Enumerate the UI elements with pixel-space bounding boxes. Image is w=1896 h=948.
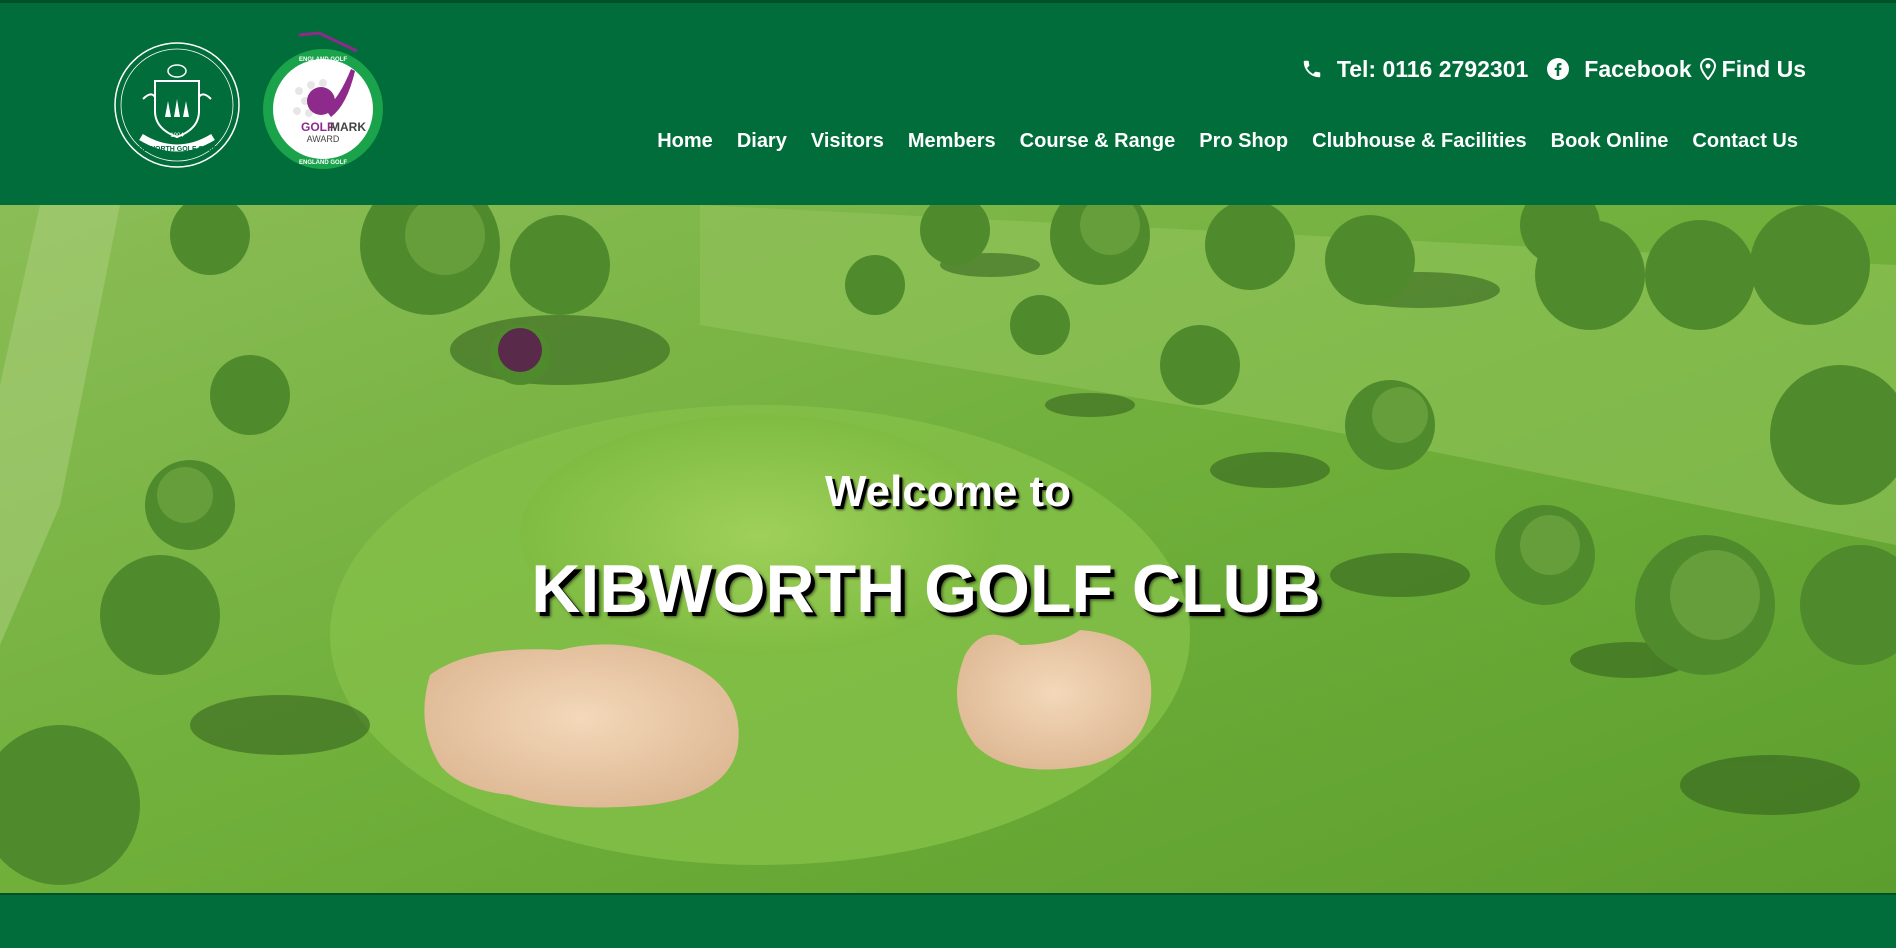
phone-icon — [1301, 58, 1323, 80]
nav-item-pro-shop[interactable]: Pro Shop — [1199, 130, 1288, 153]
nav-item-book-online[interactable]: Book Online — [1551, 130, 1669, 153]
main-nav: Home Diary Visitors Members Course & Ran… — [657, 130, 1798, 153]
footer-band — [0, 893, 1896, 948]
club-crest-logo[interactable]: 1904 KIBWORTH GOLF CLUB — [113, 41, 241, 169]
map-pin-icon — [1699, 58, 1716, 80]
phone-link[interactable]: Tel: 0116 2792301 — [1337, 56, 1528, 83]
find-us-link[interactable]: Find Us — [1722, 56, 1806, 83]
nav-item-visitors[interactable]: Visitors — [811, 130, 884, 153]
nav-item-members[interactable]: Members — [908, 130, 996, 153]
golfmark-award: AWARD — [307, 134, 340, 144]
facebook-link[interactable]: Facebook — [1584, 56, 1691, 83]
hero-title: KIBWORTH GOLF CLUB — [531, 551, 1321, 627]
nav-item-home[interactable]: Home — [657, 130, 713, 153]
hero-welcome: Welcome to — [824, 467, 1072, 516]
facebook-icon[interactable] — [1546, 57, 1570, 81]
golfmark-top-text: ENGLAND GOLF — [299, 57, 347, 63]
utility-bar: Tel: 0116 2792301 Facebook Find Us — [1301, 53, 1806, 85]
golfmark-brand-b: MARK — [330, 120, 366, 134]
golfmark-bottom-text: ENGLAND GOLF — [299, 160, 347, 166]
hero-banner: Welcome to KIBWORTH GOLF CLUB — [0, 205, 1896, 893]
crest-year: 1904 — [170, 133, 184, 139]
hero-text: Welcome to KIBWORTH GOLF CLUB — [0, 205, 1896, 893]
crest-ring-text: KIBWORTH GOLF CLUB — [136, 146, 217, 153]
golfmark-award-logo[interactable]: GOLF MARK AWARD ENGLAND GOLF ENGLAND GOL… — [259, 29, 387, 173]
nav-item-course-range[interactable]: Course & Range — [1020, 130, 1176, 153]
site-header: 1904 KIBWORTH GOLF CLUB GOLF MARK AWARD … — [0, 0, 1896, 205]
nav-item-clubhouse-facilities[interactable]: Clubhouse & Facilities — [1312, 130, 1526, 153]
nav-item-diary[interactable]: Diary — [737, 130, 787, 153]
nav-item-contact-us[interactable]: Contact Us — [1692, 130, 1798, 153]
